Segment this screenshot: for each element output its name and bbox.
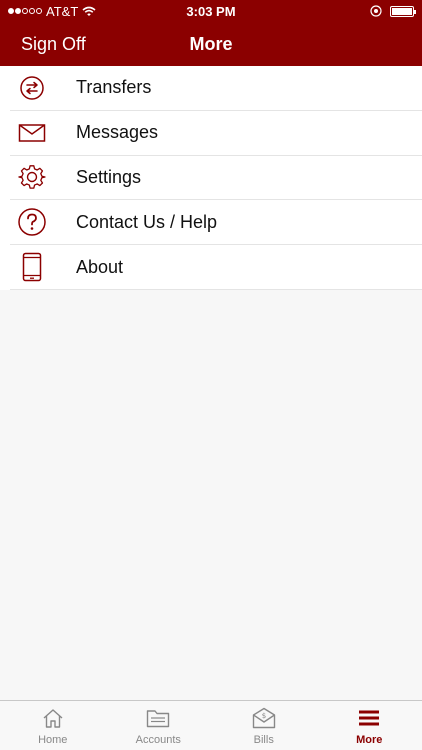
menu-item-label: Transfers xyxy=(76,77,152,98)
tab-home[interactable]: Home xyxy=(0,701,106,750)
tab-label: More xyxy=(356,734,383,746)
folder-icon xyxy=(145,705,171,731)
svg-text:$: $ xyxy=(262,712,266,720)
tab-accounts[interactable]: Accounts xyxy=(106,701,212,750)
carrier-label: AT&T xyxy=(46,3,79,19)
tab-more[interactable]: More xyxy=(317,701,422,750)
envelope-icon xyxy=(16,117,48,149)
menu-item-settings[interactable]: Settings xyxy=(10,156,422,201)
menu-item-label: Settings xyxy=(76,166,142,187)
hamburger-icon xyxy=(356,705,382,731)
phone-icon xyxy=(16,251,48,283)
menu-item-contact-help[interactable]: Contact Us / Help xyxy=(10,200,422,246)
bill-envelope-icon: $ xyxy=(251,705,277,731)
location-lock-icon xyxy=(370,5,382,17)
transfer-arrows-icon xyxy=(16,72,48,104)
tab-bills[interactable]: $ Bills xyxy=(211,701,317,750)
status-left: AT&T xyxy=(8,4,96,19)
battery-icon xyxy=(390,5,416,17)
status-right xyxy=(370,5,416,17)
home-icon xyxy=(40,705,66,731)
tab-label: Home xyxy=(38,734,68,746)
wifi-icon xyxy=(82,6,96,16)
menu-item-label: Messages xyxy=(76,122,159,143)
page-title: More xyxy=(189,33,233,54)
tab-bar: Home Accounts $ Bills More xyxy=(0,700,422,750)
status-bar: AT&T 3:03 PM xyxy=(0,0,422,22)
question-icon xyxy=(16,206,48,238)
tab-label: Accounts xyxy=(135,734,181,746)
menu-item-label: Contact Us / Help xyxy=(76,211,218,232)
menu-item-about[interactable]: About xyxy=(10,245,422,290)
signal-icon xyxy=(8,8,42,14)
tab-label: Bills xyxy=(253,734,274,746)
menu-item-transfers[interactable]: Transfers xyxy=(10,66,422,111)
menu-item-label: About xyxy=(76,256,124,277)
menu-item-messages[interactable]: Messages xyxy=(10,111,422,156)
navigation-bar: Sign Off More xyxy=(0,22,422,66)
gear-icon xyxy=(16,161,48,193)
more-menu-list: Transfers Messages Settings Contact Us /… xyxy=(0,66,422,290)
